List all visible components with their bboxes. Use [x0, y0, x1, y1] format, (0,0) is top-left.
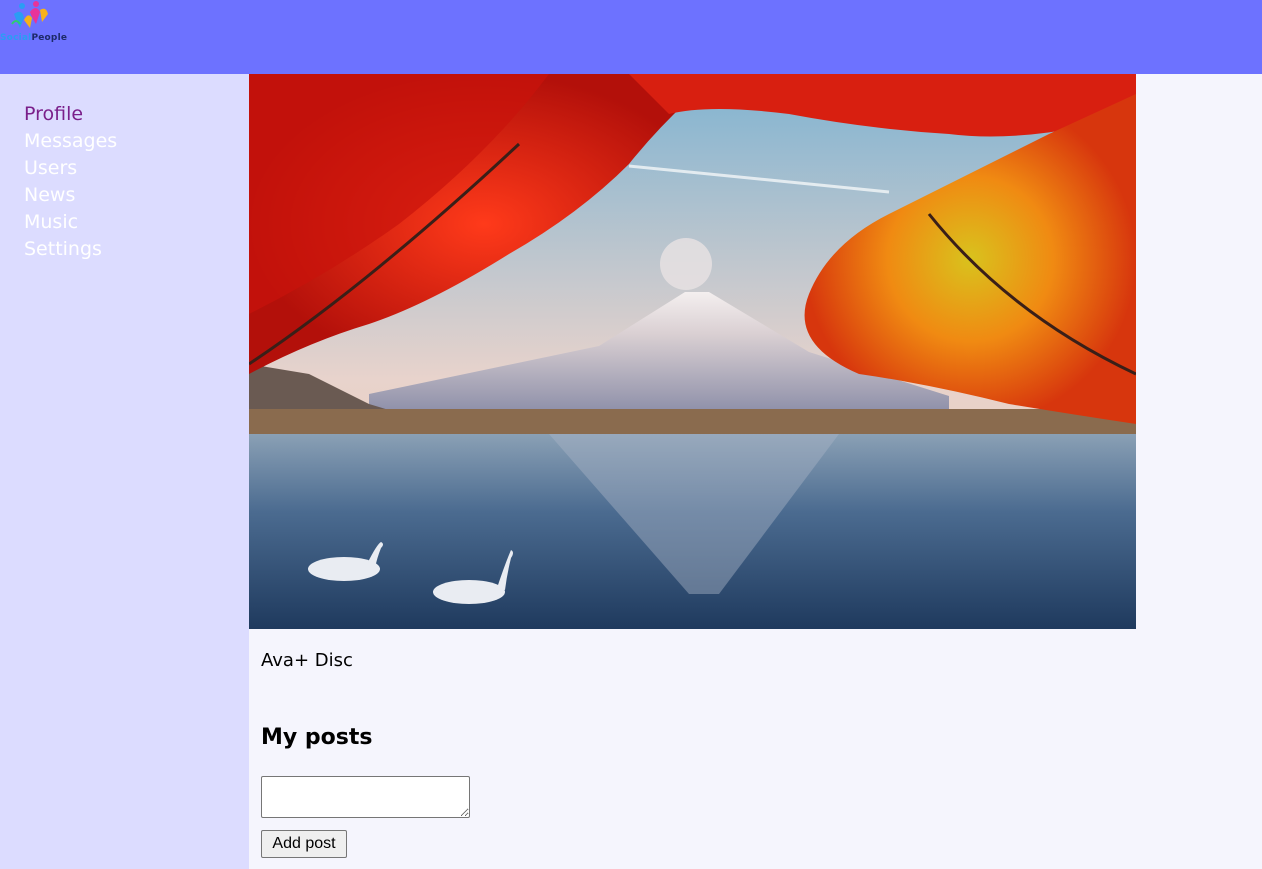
sidebar-item-news[interactable]: News	[24, 182, 117, 209]
new-post-textarea[interactable]	[261, 776, 470, 818]
profile-description: Ava+ Disc	[261, 650, 353, 671]
sidebar-nav: Profile Messages Users News Music Settin…	[24, 101, 117, 263]
logo-text-part1: Social	[0, 33, 32, 43]
sidebar-item-profile[interactable]: Profile	[24, 101, 117, 128]
logo-text: SocialPeople	[0, 33, 67, 43]
sidebar-item-settings[interactable]: Settings	[24, 236, 117, 263]
sidebar-item-music[interactable]: Music	[24, 209, 117, 236]
sidebar: Profile Messages Users News Music Settin…	[0, 74, 249, 869]
logo-text-part2: People	[31, 33, 68, 43]
app-header: SocialPeople	[0, 0, 1262, 74]
main-content: Ava+ Disc My posts Add post	[249, 74, 1262, 869]
sidebar-item-users[interactable]: Users	[24, 155, 117, 182]
sidebar-item-messages[interactable]: Messages	[24, 128, 117, 155]
logo[interactable]: SocialPeople	[0, 0, 67, 48]
mountain-landscape-image	[249, 74, 1136, 629]
profile-hero-image	[249, 74, 1136, 629]
my-posts-heading: My posts	[261, 725, 373, 750]
add-post-button[interactable]: Add post	[261, 830, 347, 858]
